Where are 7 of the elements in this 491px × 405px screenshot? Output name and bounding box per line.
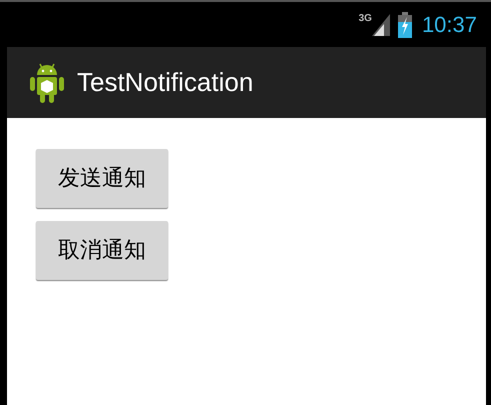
battery-icon [398,12,412,38]
network-type-label: 3G [358,13,372,24]
clock-time: 10:37 [422,12,477,38]
signal-icon [372,14,392,36]
app-title: TestNotification [77,67,254,98]
action-button[interactable]: 发送通知 [36,149,168,208]
action-button[interactable]: 取消通知 [36,221,168,280]
